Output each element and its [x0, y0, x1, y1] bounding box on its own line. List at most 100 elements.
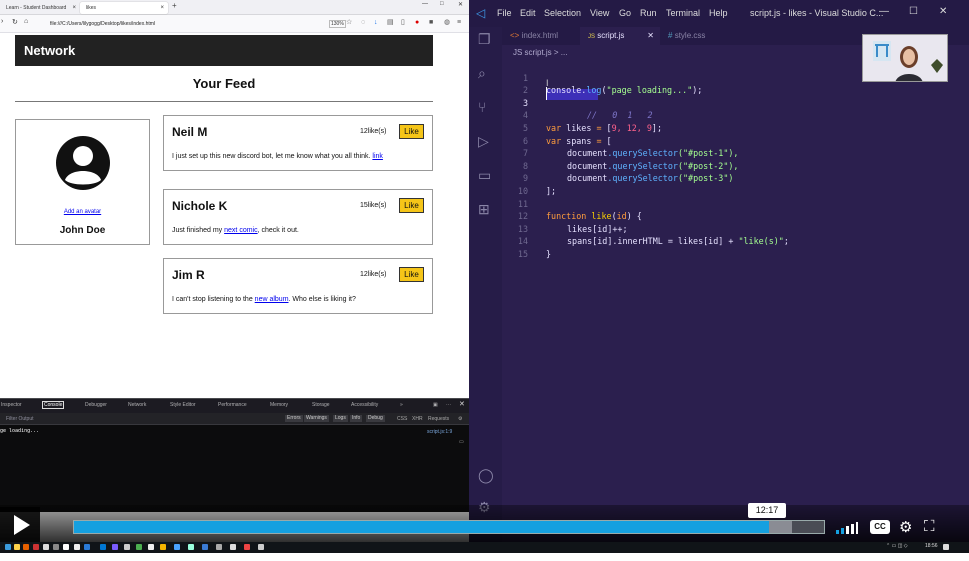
run-debug-icon[interactable]: ▷ [478, 133, 489, 150]
menu-icon[interactable]: ≡ [457, 19, 461, 27]
extension-icon[interactable]: ● [415, 19, 419, 27]
app-icon[interactable] [148, 544, 154, 550]
reader-icon[interactable]: ▯ [401, 19, 405, 27]
filter-warnings[interactable]: Warnings [304, 415, 329, 422]
app-icon[interactable] [244, 544, 250, 550]
devtools-tab-storage[interactable]: Storage [312, 402, 330, 408]
settings-icon[interactable]: ⚙ [458, 416, 462, 422]
like-button[interactable]: Like [399, 124, 424, 139]
post-link[interactable]: link [372, 153, 383, 160]
menu-terminal[interactable]: Terminal [666, 8, 700, 18]
filter-css[interactable]: CSS [397, 416, 407, 422]
devtools-tab-network[interactable]: Network [128, 402, 146, 408]
filter-info[interactable]: Info [350, 415, 363, 422]
library-icon[interactable]: ▤ [387, 19, 394, 27]
extension-icon[interactable]: ■ [429, 19, 433, 27]
vscode-app-icon[interactable] [100, 544, 106, 550]
start-icon[interactable] [5, 544, 11, 550]
notification-icon[interactable] [943, 544, 949, 550]
home-icon[interactable]: ⌂ [24, 18, 28, 25]
devtools-tab-performance[interactable]: Performance [218, 402, 247, 408]
new-tab-icon[interactable]: + [172, 1, 177, 10]
app-icon[interactable] [124, 544, 130, 550]
maximize-icon[interactable]: ☐ [909, 6, 918, 17]
app-icon[interactable] [230, 544, 236, 550]
maximize-icon[interactable]: □ [440, 1, 444, 7]
browser-tab-dashboard[interactable]: Learn - Student Dashboard × [0, 2, 80, 14]
remote-explorer-icon[interactable]: ▭ [478, 167, 491, 184]
more-tabs-icon[interactable]: » [400, 402, 403, 408]
close-icon[interactable]: ✕ [459, 400, 465, 408]
gear-icon[interactable]: ⚙ [899, 518, 912, 536]
closed-captions-button[interactable]: CC [870, 520, 890, 534]
download-icon[interactable]: ↓ [374, 19, 378, 27]
volume-icon[interactable] [836, 521, 858, 538]
devtools-tab-style-editor[interactable]: Style Editor [170, 402, 196, 408]
breadcrumb[interactable]: JS script.js > ... [513, 48, 567, 57]
devtools-tab-accessibility[interactable]: Accessibility [351, 402, 378, 408]
filter-logs[interactable]: Logs [333, 415, 348, 422]
pocket-icon[interactable]: ◌ [361, 19, 365, 27]
reload-icon[interactable]: ↻ [12, 18, 18, 26]
app-icon[interactable] [63, 544, 69, 550]
app-icon[interactable] [160, 544, 166, 550]
dock-icon[interactable]: ▣ [433, 402, 438, 408]
browser-tab-likes[interactable]: likes × [80, 2, 168, 14]
close-window-icon[interactable]: ✕ [939, 6, 947, 17]
explorer-app-icon[interactable] [14, 544, 20, 550]
menu-run[interactable]: Run [640, 8, 657, 18]
close-icon[interactable]: × [72, 2, 76, 14]
account-icon[interactable]: ◯ [478, 467, 494, 484]
app-icon[interactable] [112, 544, 118, 550]
app-icon[interactable] [53, 544, 59, 550]
filter-debug[interactable]: Debug [366, 415, 385, 422]
post-link[interactable]: next comic [224, 227, 257, 234]
search-icon[interactable]: ⌕ [478, 65, 486, 82]
fullscreen-icon[interactable]: ⛶ [924, 518, 935, 535]
filter-requests[interactable]: Requests [428, 416, 449, 422]
menu-selection[interactable]: Selection [544, 8, 581, 18]
tab-style-css[interactable]: # style.css [660, 27, 740, 45]
menu-help[interactable]: Help [709, 8, 728, 18]
app-icon[interactable] [84, 544, 90, 550]
filter-errors[interactable]: Errors [285, 415, 303, 422]
app-icon[interactable] [136, 544, 142, 550]
like-button[interactable]: Like [399, 198, 424, 213]
menu-view[interactable]: View [590, 8, 609, 18]
app-icon[interactable] [202, 544, 208, 550]
app-icon[interactable] [216, 544, 222, 550]
forward-icon[interactable]: › [1, 18, 3, 25]
explorer-icon[interactable]: ❐ [478, 31, 491, 48]
url-bar[interactable]: file:///C:/Users/lilygogg/Desktop/likes/… [40, 18, 340, 30]
system-tray-icon[interactable]: ⌃ ▭ ◫ ◇ [886, 543, 908, 549]
firefox-app-icon[interactable] [23, 544, 29, 550]
source-control-icon[interactable]: ⑂ [478, 99, 486, 115]
tab-script-js[interactable]: JS script.js ✕ [580, 27, 660, 45]
options-icon[interactable]: ··· [446, 402, 451, 408]
devtools-tab-console[interactable]: Console [42, 401, 65, 409]
minimize-icon[interactable]: — [422, 1, 428, 7]
devtools-tab-inspector[interactable]: Inspector [1, 402, 22, 408]
app-icon[interactable] [174, 544, 180, 550]
bookmark-icon[interactable]: ☆ [346, 19, 352, 27]
menu-file[interactable]: File [497, 8, 512, 18]
like-button[interactable]: Like [399, 267, 424, 282]
add-avatar-link[interactable]: Add an avatar [16, 209, 149, 215]
account-icon[interactable]: ◍ [444, 19, 450, 27]
filter-xhr[interactable]: XHR [412, 416, 423, 422]
seek-bar[interactable] [73, 520, 825, 534]
close-icon[interactable]: × [160, 2, 164, 14]
app-icon[interactable] [74, 544, 80, 550]
tab-index-html[interactable]: <> index.html [502, 27, 580, 45]
devtools-tab-memory[interactable]: Memory [270, 402, 288, 408]
post-link[interactable]: new album [255, 296, 289, 303]
minimize-icon[interactable]: — [879, 6, 889, 17]
play-button[interactable] [0, 507, 40, 543]
app-icon[interactable] [258, 544, 264, 550]
close-icon[interactable]: ✕ [647, 27, 654, 45]
devtools-tab-debugger[interactable]: Debugger [85, 402, 107, 408]
app-icon[interactable] [188, 544, 194, 550]
app-icon[interactable] [33, 544, 39, 550]
split-console-icon[interactable]: ▭ [459, 439, 464, 445]
app-icon[interactable] [43, 544, 49, 550]
